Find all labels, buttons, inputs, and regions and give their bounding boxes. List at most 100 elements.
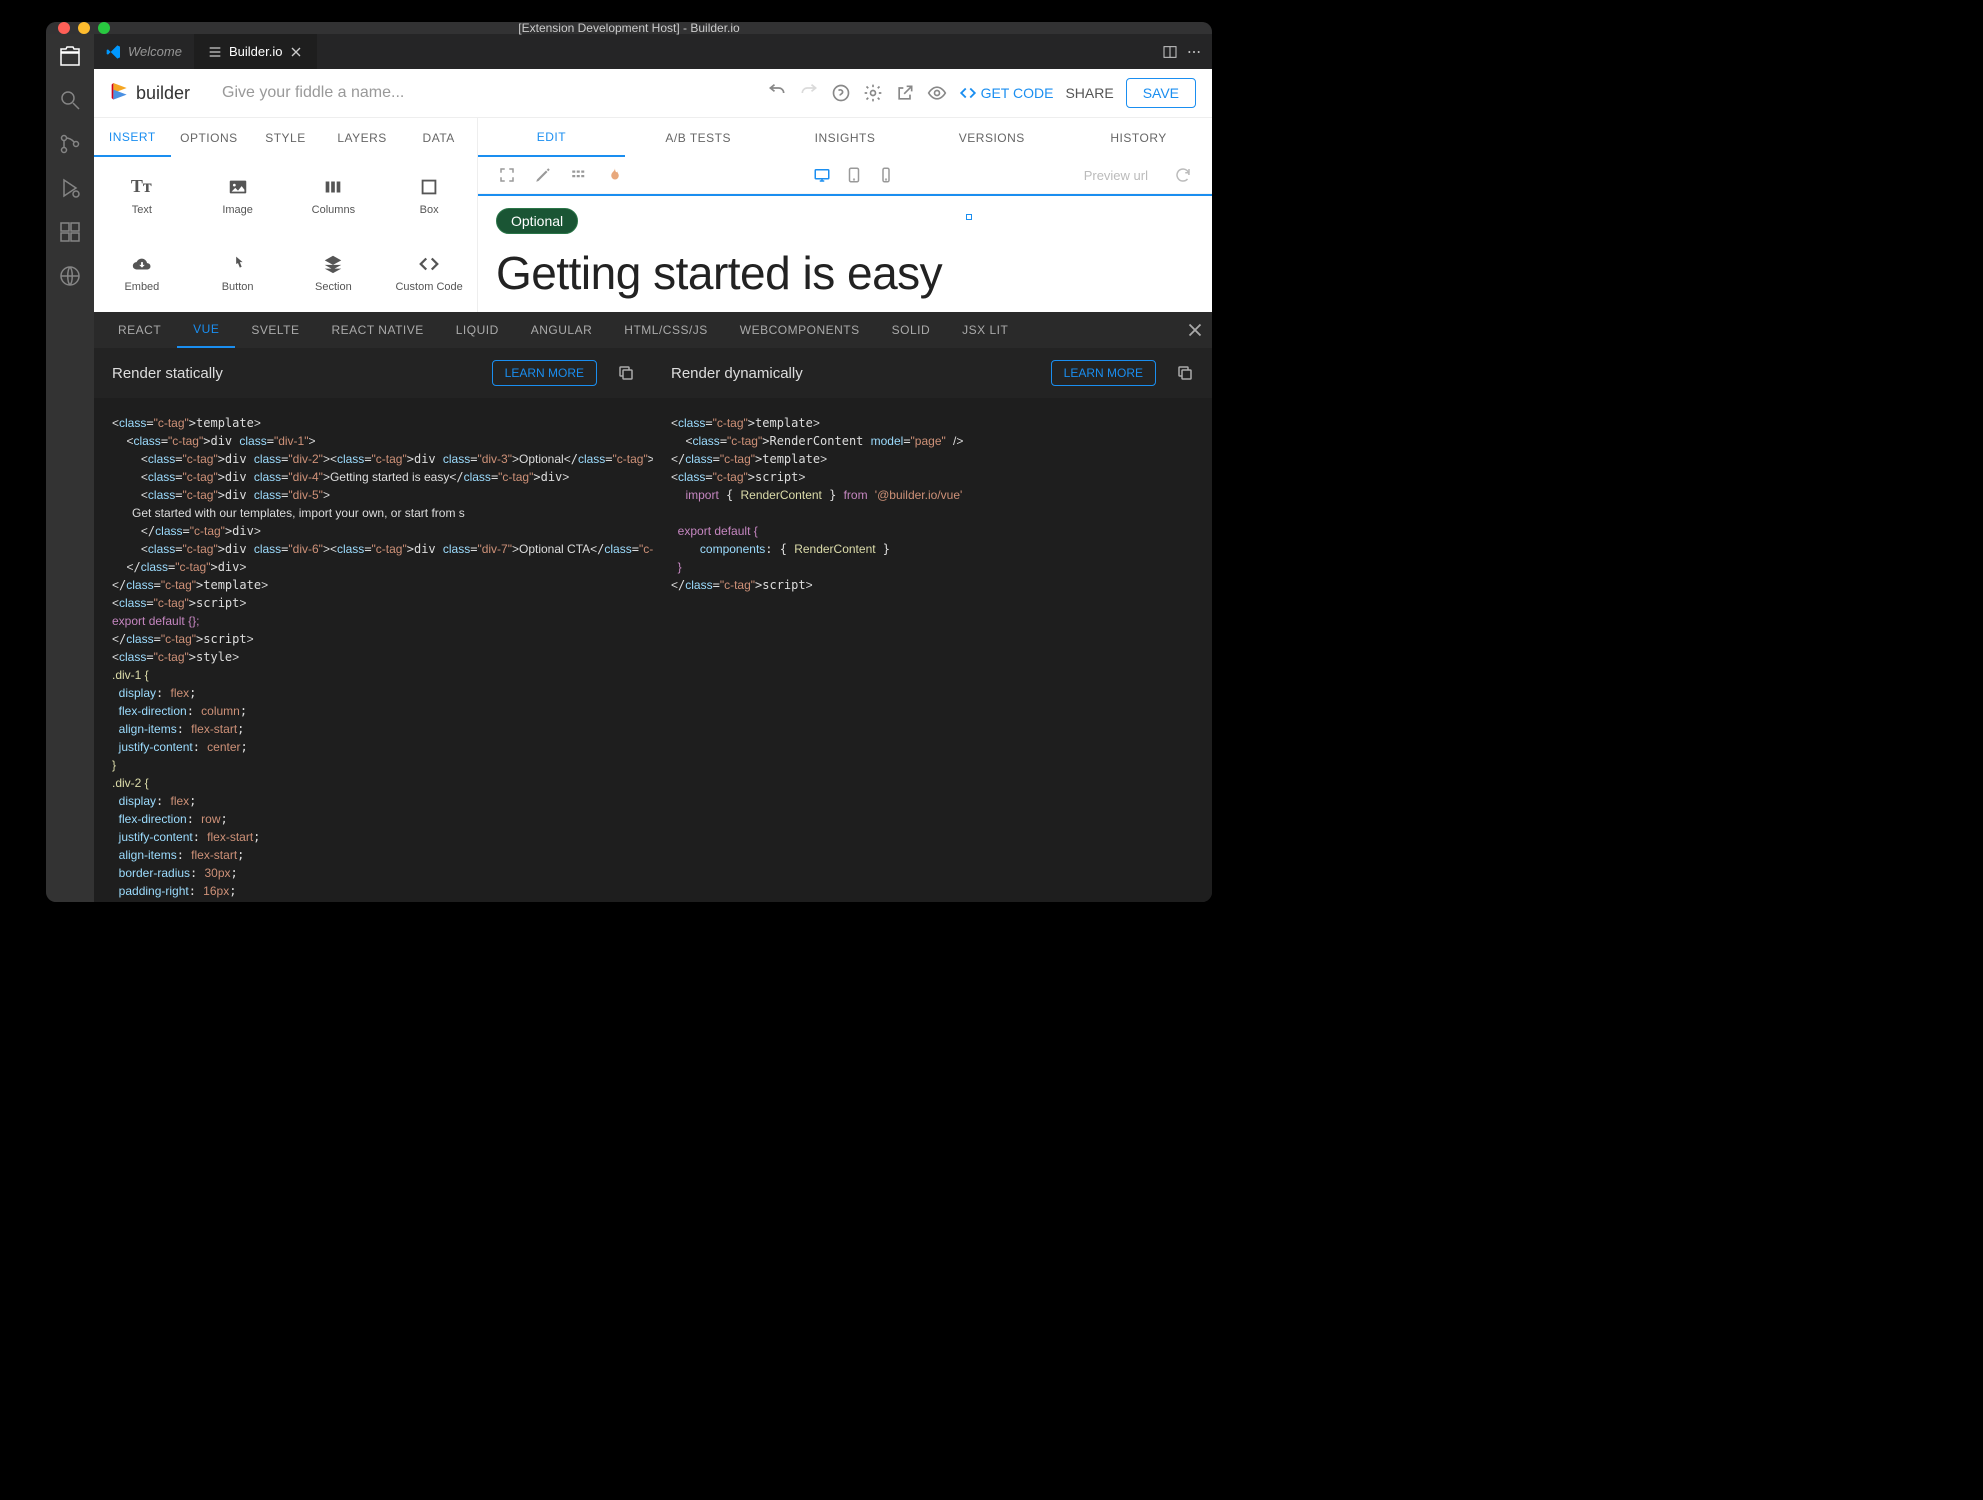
preview-url[interactable]: Preview url — [1084, 168, 1148, 183]
fw-wc[interactable]: WEBCOMPONENTS — [724, 312, 876, 348]
help-icon[interactable] — [831, 83, 851, 103]
redo-icon[interactable] — [799, 83, 819, 103]
static-header: Render statically LEARN MORE — [94, 348, 653, 398]
hero-text[interactable]: Getting started is easy — [496, 246, 1194, 300]
left-tabs: INSERT OPTIONS STYLE LAYERS DATA — [94, 118, 478, 157]
tab-abtests[interactable]: A/B TESTS — [625, 118, 772, 157]
main: 1 Welcome Builder.io — [46, 34, 1212, 902]
fw-html[interactable]: HTML/CSS/JS — [608, 312, 724, 348]
canvas-toolbar: Preview url — [478, 157, 1212, 194]
tab-layers[interactable]: LAYERS — [324, 118, 401, 157]
insert-button[interactable]: Button — [190, 235, 286, 313]
mobile-icon[interactable] — [877, 166, 895, 184]
dynamic-code[interactable]: <class="c-tag">template> <class="c-tag">… — [653, 398, 1212, 902]
section-icon — [322, 253, 344, 275]
grid-icon[interactable] — [570, 166, 588, 184]
dynamic-title: Render dynamically — [671, 365, 803, 382]
eye-icon[interactable] — [927, 83, 947, 103]
fw-liquid[interactable]: LIQUID — [440, 312, 515, 348]
code-panel: REACT VUE SVELTE REACT NATIVE LIQUID ANG… — [94, 312, 1212, 902]
remote-icon[interactable] — [58, 264, 82, 288]
search-icon[interactable] — [58, 88, 82, 112]
tab-options[interactable]: OPTIONS — [171, 118, 248, 157]
copy-icon[interactable] — [617, 364, 635, 382]
canvas[interactable]: Optional Getting started is easy — [478, 194, 1212, 312]
right-tabs: EDIT A/B TESTS INSIGHTS VERSIONS HISTORY — [478, 118, 1212, 157]
insert-box[interactable]: Box — [381, 157, 477, 235]
fw-jsxlit[interactable]: JSX LIT — [946, 312, 1024, 348]
minimize-icon[interactable] — [78, 22, 90, 34]
run-icon[interactable] — [58, 176, 82, 200]
tab-style[interactable]: STYLE — [247, 118, 324, 157]
dynamic-header: Render dynamically LEARN MORE — [653, 348, 1212, 398]
pencil-icon[interactable] — [534, 166, 552, 184]
learn-more-static[interactable]: LEARN MORE — [492, 360, 597, 386]
insert-image[interactable]: Image — [190, 157, 286, 235]
tab-label: Welcome — [128, 44, 182, 59]
image-icon — [227, 176, 249, 198]
save-button[interactable]: SAVE — [1126, 78, 1196, 108]
selection-handle[interactable] — [966, 214, 972, 220]
flame-icon[interactable] — [606, 166, 624, 184]
insert-code[interactable]: Custom Code — [381, 235, 477, 313]
zoom-icon[interactable] — [98, 22, 110, 34]
insert-text[interactable]: TтText — [94, 157, 190, 235]
desktop-icon[interactable] — [813, 166, 831, 184]
get-code-button[interactable]: GET CODE — [959, 84, 1054, 102]
tab-history[interactable]: HISTORY — [1065, 118, 1212, 157]
box-icon — [418, 176, 440, 198]
builder-logo[interactable]: builder — [110, 81, 190, 105]
tab-insights[interactable]: INSIGHTS — [772, 118, 919, 157]
tab-welcome[interactable]: Welcome — [94, 34, 195, 69]
tab-builder[interactable]: Builder.io — [195, 34, 317, 69]
columns-icon — [322, 176, 344, 198]
insert-section[interactable]: Section — [286, 235, 382, 313]
undo-icon[interactable] — [767, 83, 787, 103]
builder-header: builder Give your fiddle a name... GET C… — [94, 69, 1212, 117]
split-icon[interactable] — [1162, 44, 1178, 60]
canvas-area: Preview url Optional Getting started is … — [478, 157, 1212, 312]
vscode-icon — [106, 44, 122, 60]
fw-vue[interactable]: VUE — [177, 312, 235, 348]
fw-react[interactable]: REACT — [102, 312, 177, 348]
more-icon[interactable] — [1186, 44, 1202, 60]
learn-more-dynamic[interactable]: LEARN MORE — [1051, 360, 1156, 386]
fw-solid[interactable]: SOLID — [876, 312, 947, 348]
extensions-icon[interactable] — [58, 220, 82, 244]
optional-pill[interactable]: Optional — [496, 208, 578, 234]
insert-embed[interactable]: Embed — [94, 235, 190, 313]
close-icon[interactable] — [58, 22, 70, 34]
fw-svelte[interactable]: SVELTE — [235, 312, 315, 348]
code-icon — [418, 253, 440, 275]
tablet-icon[interactable] — [845, 166, 863, 184]
close-panel-icon[interactable] — [1184, 319, 1206, 341]
refresh-icon[interactable] — [1174, 166, 1192, 184]
explorer-icon[interactable] — [58, 44, 82, 68]
fw-rn[interactable]: REACT NATIVE — [316, 312, 440, 348]
tab-data[interactable]: DATA — [400, 118, 477, 157]
fullscreen-icon[interactable] — [498, 166, 516, 184]
share-button[interactable]: SHARE — [1065, 85, 1113, 101]
window-title: [Extension Development Host] - Builder.i… — [518, 22, 739, 35]
list-icon — [207, 44, 223, 60]
activitybar: 1 — [46, 34, 94, 902]
builder-app: builder Give your fiddle a name... GET C… — [94, 69, 1212, 902]
fiddle-name-input[interactable]: Give your fiddle a name... — [222, 84, 482, 102]
static-code[interactable]: <class="c-tag">template> <class="c-tag">… — [94, 398, 653, 902]
close-icon[interactable] — [288, 44, 304, 60]
framework-tabs: REACT VUE SVELTE REACT NATIVE LIQUID ANG… — [94, 312, 1212, 348]
fw-angular[interactable]: ANGULAR — [515, 312, 609, 348]
tab-insert[interactable]: INSERT — [94, 118, 171, 157]
button-icon — [227, 253, 249, 275]
insert-panel: TтText Image Columns Box Embed Button Se… — [94, 157, 478, 312]
tab-label: Builder.io — [229, 44, 282, 59]
copy-icon[interactable] — [1176, 364, 1194, 382]
open-external-icon[interactable] — [895, 83, 915, 103]
tab-edit[interactable]: EDIT — [478, 118, 625, 157]
cloud-icon — [131, 253, 153, 275]
tab-versions[interactable]: VERSIONS — [918, 118, 1065, 157]
insert-columns[interactable]: Columns — [286, 157, 382, 235]
logo-icon — [110, 81, 130, 105]
gear-icon[interactable] — [863, 83, 883, 103]
source-control-icon[interactable] — [58, 132, 82, 156]
